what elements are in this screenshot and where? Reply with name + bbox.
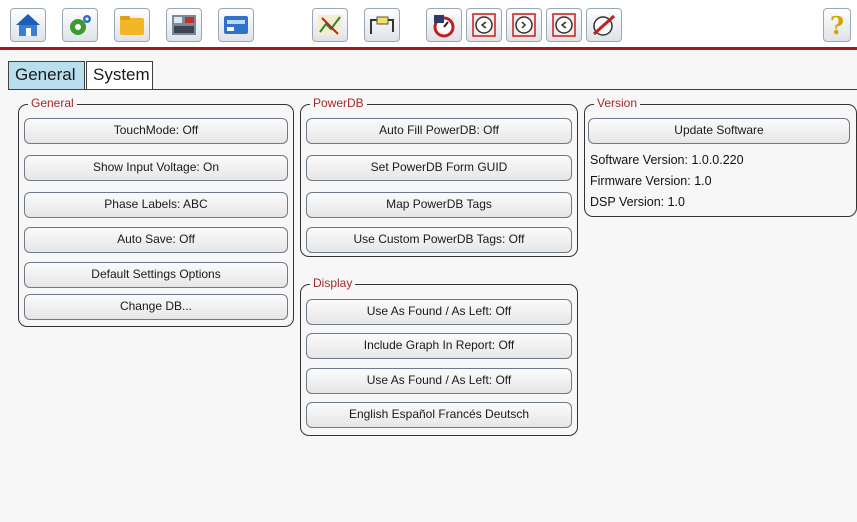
default-settings-options-button[interactable]: Default Settings Options bbox=[24, 262, 288, 288]
show-input-voltage-button[interactable]: Show Input Voltage: On bbox=[24, 155, 288, 181]
change-db-button[interactable]: Change DB... bbox=[24, 294, 288, 320]
powerdb-group-title: PowerDB bbox=[310, 96, 367, 111]
timer-reset-icon bbox=[512, 13, 536, 37]
general-group: General TouchMode: Off Show Input Voltag… bbox=[18, 96, 294, 327]
test-lead-button[interactable] bbox=[364, 8, 400, 42]
chart-tool-button[interactable] bbox=[312, 8, 348, 42]
timer-alt-icon bbox=[552, 13, 576, 37]
device-button[interactable] bbox=[166, 8, 202, 42]
timer-icon bbox=[472, 13, 496, 37]
software-version-text: Software Version: 1.0.0.220 bbox=[590, 153, 744, 167]
auto-fill-powerdb-button[interactable]: Auto Fill PowerDB: Off bbox=[306, 118, 572, 144]
help-icon: ? bbox=[829, 10, 845, 40]
device-panel-icon bbox=[172, 15, 196, 35]
test-lead-icon bbox=[370, 16, 394, 34]
settings-gear-icon bbox=[70, 15, 91, 35]
home-button[interactable] bbox=[10, 8, 46, 42]
tab-general[interactable]: General bbox=[8, 61, 85, 89]
folder-button[interactable] bbox=[114, 8, 150, 42]
general-group-title: General bbox=[28, 96, 77, 111]
firmware-version-text: Firmware Version: 1.0 bbox=[590, 174, 712, 188]
language-selector-button[interactable]: English Español Francés Deutsch bbox=[306, 402, 572, 428]
chart-tool-icon bbox=[318, 15, 342, 35]
network-button[interactable] bbox=[218, 8, 254, 42]
tab-divider bbox=[8, 89, 857, 90]
powerdb-group: PowerDB Auto Fill PowerDB: Off Set Power… bbox=[300, 96, 578, 257]
display-group: Display Use As Found / As Left: Off Incl… bbox=[300, 276, 578, 436]
update-software-button[interactable]: Update Software bbox=[588, 118, 850, 144]
phase-labels-button[interactable]: Phase Labels: ABC bbox=[24, 192, 288, 218]
version-group: Version Update Software Software Version… bbox=[584, 96, 857, 217]
disable-timer-icon bbox=[592, 14, 616, 36]
version-group-title: Version bbox=[594, 96, 641, 111]
display-group-title: Display bbox=[310, 276, 356, 291]
network-card-icon bbox=[224, 16, 248, 34]
stopwatch-button[interactable] bbox=[426, 8, 462, 42]
help-button[interactable]: ? bbox=[823, 8, 851, 42]
include-graph-in-report-button[interactable]: Include Graph In Report: Off bbox=[306, 333, 572, 359]
stopwatch-icon bbox=[433, 15, 455, 38]
tab-system[interactable]: System bbox=[86, 61, 153, 89]
timer-button[interactable] bbox=[466, 8, 502, 42]
settings-button[interactable] bbox=[62, 8, 98, 42]
map-powerdb-tags-button[interactable]: Map PowerDB Tags bbox=[306, 192, 572, 218]
timer-reset-button[interactable] bbox=[506, 8, 542, 42]
use-as-found-as-left-button-2[interactable]: Use As Found / As Left: Off bbox=[306, 368, 572, 394]
touchmode-button[interactable]: TouchMode: Off bbox=[24, 118, 288, 144]
timer-alt-button[interactable] bbox=[546, 8, 582, 42]
home-icon bbox=[16, 14, 40, 36]
auto-save-button[interactable]: Auto Save: Off bbox=[24, 227, 288, 253]
disable-timer-button[interactable] bbox=[586, 8, 622, 42]
dsp-version-text: DSP Version: 1.0 bbox=[590, 195, 685, 209]
folder-icon bbox=[120, 16, 144, 35]
toolbar: ? bbox=[0, 0, 857, 50]
use-as-found-as-left-button[interactable]: Use As Found / As Left: Off bbox=[306, 299, 572, 325]
set-powerdb-form-guid-button[interactable]: Set PowerDB Form GUID bbox=[306, 155, 572, 181]
use-custom-powerdb-tags-button[interactable]: Use Custom PowerDB Tags: Off bbox=[306, 227, 572, 253]
